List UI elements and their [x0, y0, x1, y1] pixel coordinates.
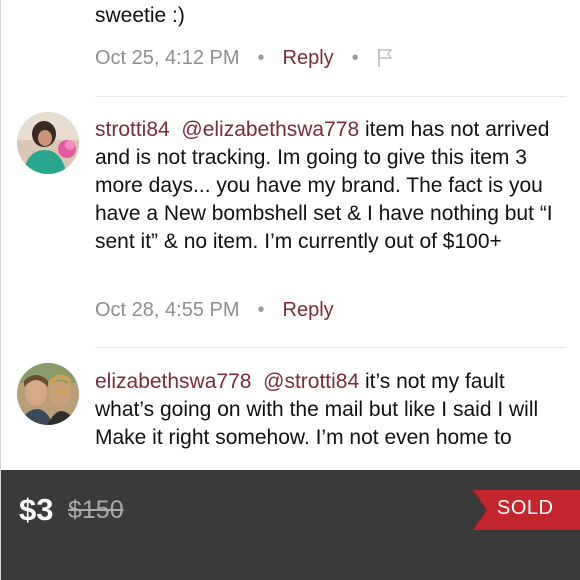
reply-button[interactable]: Reply: [283, 47, 334, 70]
listing-price: $3: [19, 492, 54, 527]
sold-badge: SOLD: [497, 497, 554, 519]
avatar[interactable]: [17, 112, 79, 174]
reply-button[interactable]: Reply: [283, 299, 334, 322]
comment-meta: Oct 28, 4:55 PM • Reply: [95, 296, 334, 324]
separator-dot: •: [351, 46, 359, 69]
comment-divider: [95, 347, 566, 348]
flag-icon[interactable]: [377, 48, 393, 68]
separator-dot: •: [257, 46, 265, 69]
comment-mention[interactable]: @strotti84: [263, 370, 359, 393]
listing-price-bar: $3 $150 SOLD: [1, 470, 580, 580]
comments-screen: sweetie :) Oct 25, 4:12 PM • Reply • str…: [0, 0, 580, 580]
original-price: $150: [68, 496, 124, 524]
comment-text: strotti84 @elizabethswa778 item has not …: [95, 116, 566, 256]
comment-meta: Oct 25, 4:12 PM • Reply •: [95, 44, 393, 72]
comment-divider: [95, 96, 566, 97]
comment-mention[interactable]: @elizabethswa778: [181, 118, 359, 141]
comment-username[interactable]: strotti84: [95, 118, 170, 141]
comment-timestamp: Oct 25, 4:12 PM: [95, 46, 240, 69]
comment-username[interactable]: elizabethswa778: [95, 370, 251, 393]
avatar[interactable]: [17, 363, 79, 425]
separator-dot: •: [257, 298, 265, 321]
comment-text: sweetie :): [95, 4, 185, 27]
comment-timestamp: Oct 28, 4:55 PM: [95, 298, 240, 321]
comment-text: elizabethswa778 @strotti84 it’s not my f…: [95, 368, 566, 452]
